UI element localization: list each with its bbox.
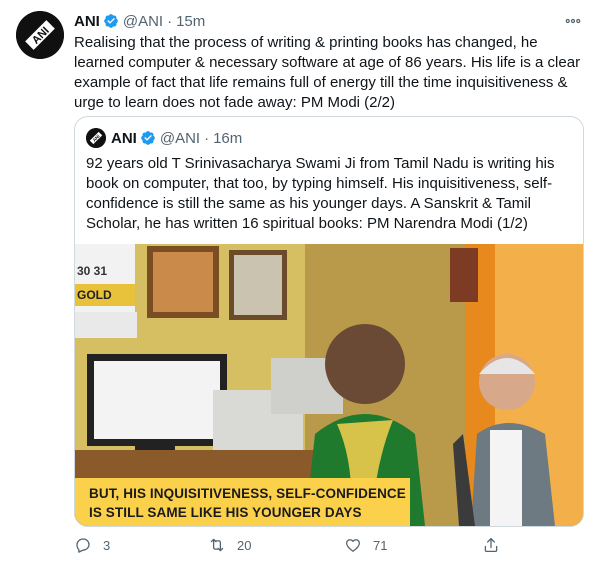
retweet-icon xyxy=(210,538,224,552)
like-icon xyxy=(345,539,361,552)
calendar-text: 30 31 xyxy=(77,264,108,278)
verified-badge-icon xyxy=(141,131,155,145)
separator-dot: · xyxy=(167,12,173,30)
author-name[interactable]: ANI xyxy=(74,13,100,30)
quoted-author-avatar: ANI xyxy=(86,128,106,148)
quoted-tweet-header: ANI ANI @ANI · 16m xyxy=(86,127,242,149)
media-caption-line-2: IS STILL SAME LIKE HIS YOUNGER DAYS xyxy=(89,505,362,520)
retweet-count: 20 xyxy=(237,537,252,553)
verified-badge-icon xyxy=(104,14,118,28)
ani-logo-icon: ANI xyxy=(16,11,64,59)
ani-logo-icon: ANI xyxy=(86,128,106,148)
quoted-media-image[interactable]: BUT, HIS INQUISITIVENESS, SELF-CONFIDENC… xyxy=(75,244,583,526)
author-handle[interactable]: @ANI xyxy=(123,13,163,30)
reply-button[interactable]: 3 xyxy=(74,536,110,554)
tweet-timestamp[interactable]: 15m xyxy=(176,13,205,30)
tweet-actions: 3 20 71 xyxy=(74,536,574,560)
author-avatar[interactable]: ANI xyxy=(16,11,64,59)
quoted-author-handle: @ANI xyxy=(159,129,201,147)
tweet[interactable]: ANI ANI @ANI · 15m Realising that the pr… xyxy=(0,0,598,564)
like-button[interactable]: 71 xyxy=(344,536,387,554)
reply-count: 3 xyxy=(103,537,111,553)
share-button[interactable] xyxy=(482,536,500,554)
reply-icon xyxy=(76,538,90,553)
gold-text: GOLD xyxy=(77,288,112,302)
quoted-timestamp: 16m xyxy=(213,129,243,147)
media-caption: BUT, HIS INQUISITIVENESS, SELF-CONFIDENC… xyxy=(75,478,410,526)
separator-dot: · xyxy=(204,129,210,147)
retweet-button[interactable]: 20 xyxy=(208,536,251,554)
tweet-text: Realising that the process of writing & … xyxy=(74,34,581,111)
share-icon xyxy=(484,537,498,553)
tweet-header: ANI @ANI · 15m xyxy=(74,11,205,31)
like-count: 71 xyxy=(373,537,388,553)
more-options-button[interactable] xyxy=(562,10,584,32)
media-caption-line-1: BUT, HIS INQUISITIVENESS, SELF-CONFIDENC… xyxy=(89,486,406,501)
more-options-icon xyxy=(565,18,581,24)
quoted-tweet-text: 92 years old T Srinivasacharya Swami Ji … xyxy=(86,155,555,232)
quoted-tweet[interactable]: ANI ANI @ANI · 16m 92 years old T Sriniv… xyxy=(74,116,584,527)
quoted-author-name: ANI xyxy=(111,129,137,147)
